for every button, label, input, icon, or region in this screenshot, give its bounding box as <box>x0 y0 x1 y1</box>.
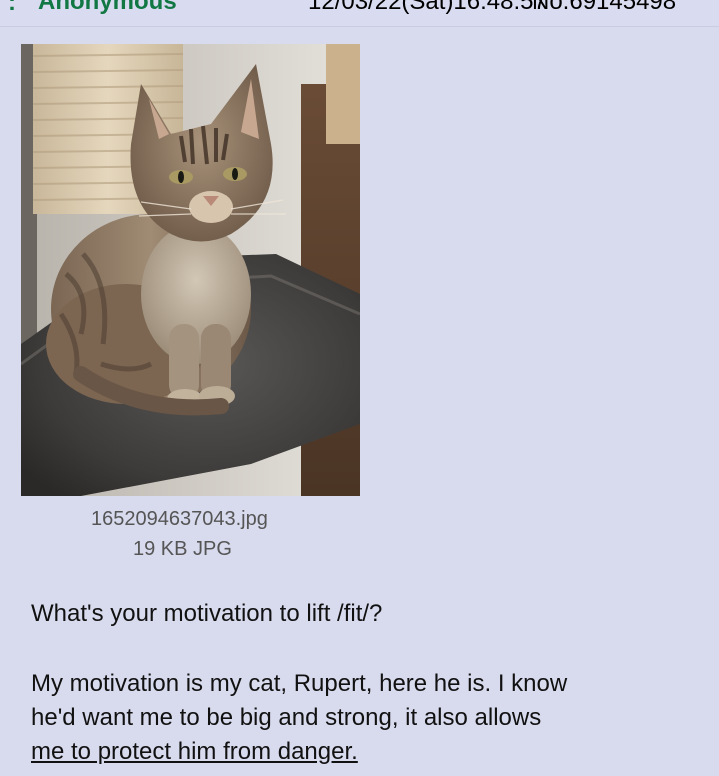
post: : Anonymous 12/03/22(Sat)16:48:57 No.691… <box>0 0 719 776</box>
header-colon: : <box>8 0 16 16</box>
message-question: What's your motivation to lift /fit/? <box>31 600 383 627</box>
poster-name: Anonymous <box>38 0 177 15</box>
post-message: What's your motivation to lift /fit/? My… <box>31 597 701 769</box>
cat-image-thumbnail[interactable] <box>21 44 360 496</box>
message-answer-line: My motivation is my cat, Rupert, here he… <box>31 670 568 697</box>
post-body: 1652094637043.jpg 19 KB JPG What's your … <box>0 27 719 776</box>
post-number-link[interactable]: No.69145498 <box>532 0 676 16</box>
file-name[interactable]: 1652094637043.jpg <box>91 508 268 531</box>
message-answer-line: me to protect him from danger. <box>31 738 358 765</box>
post-header: : Anonymous 12/03/22(Sat)16:48:57 No.691… <box>0 0 719 27</box>
file-meta: 19 KB JPG <box>133 538 232 560</box>
post-datetime: 12/03/22(Sat)16:48:57 <box>308 0 547 15</box>
message-answer-line: he'd want me to be big and strong, it al… <box>31 704 542 731</box>
